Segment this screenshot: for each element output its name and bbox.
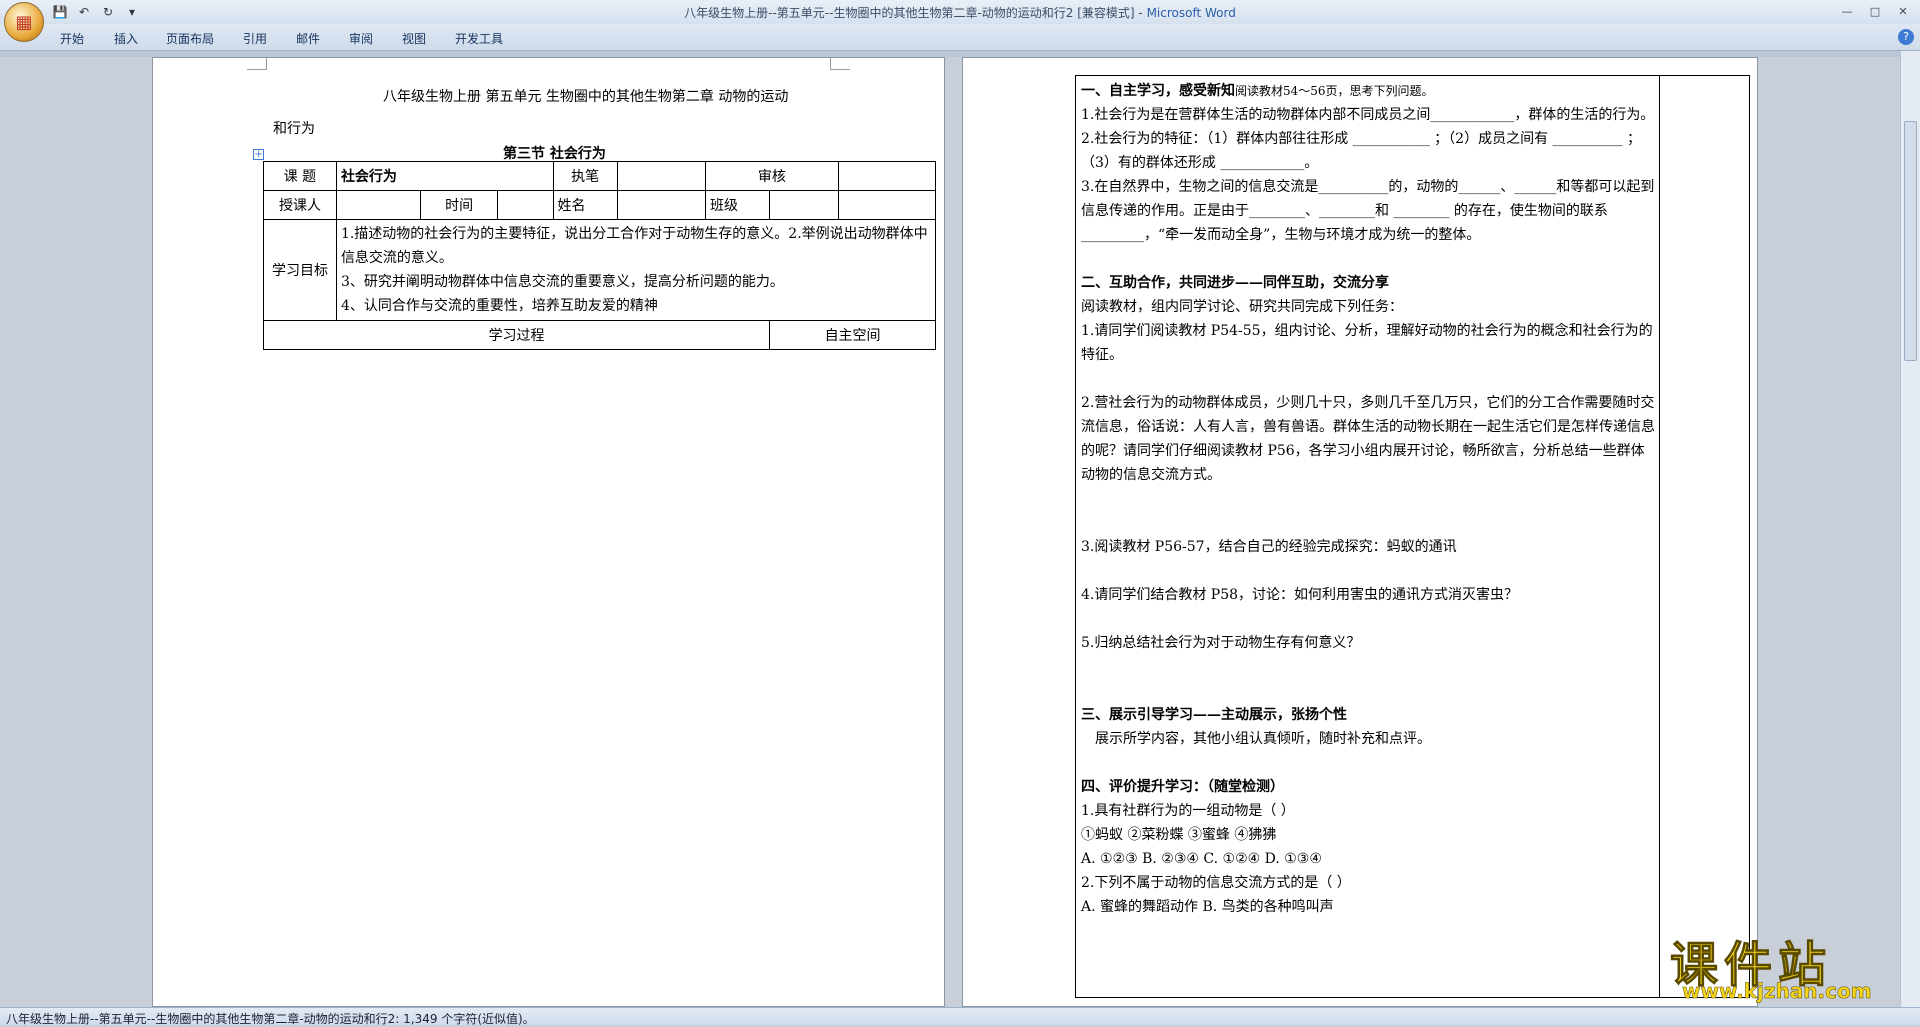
document-title: 八年级生物上册--第五单元--生物圈中的其他生物第二章-动物的运动和行2 [兼容… bbox=[684, 6, 1135, 20]
time-value[interactable] bbox=[497, 190, 554, 220]
extra-cell[interactable] bbox=[837, 190, 937, 220]
section-2-intro: 阅读教材，组内同学讨论、研究共同完成下列任务： bbox=[1081, 299, 1403, 315]
topic-value[interactable]: 社会行为 bbox=[335, 161, 554, 191]
table-move-handle-icon[interactable]: + bbox=[253, 149, 264, 160]
page-1: 八年级生物上册 第五单元 生物圈中的其他生物第二章 动物的运动 和行为 + 第三… bbox=[152, 57, 945, 1007]
time-label: 时间 bbox=[419, 190, 499, 220]
tab-home[interactable]: 开始 bbox=[60, 30, 84, 47]
undo-icon[interactable]: ↶ bbox=[74, 3, 94, 21]
vertical-scrollbar[interactable] bbox=[1900, 51, 1920, 1007]
goal-3: 3、研究并阐明动物群体中信息交流的重要意义，提高分析问题的能力。 bbox=[340, 274, 784, 290]
exercise-2-choices: A. 蜜蜂的舞蹈动作 B. 鸟类的各种鸣叫声 bbox=[1081, 899, 1334, 915]
section-4-title: 四、评价提升学习：（随堂检测） bbox=[1081, 779, 1284, 795]
quick-access-toolbar: 💾 ↶ ↻ ▾ bbox=[50, 3, 142, 21]
question-3: 3.在自然界中，生物之间的信息交流是__________的，动物的______、… bbox=[1081, 179, 1655, 243]
customize-qat-icon[interactable]: ▾ bbox=[122, 3, 142, 21]
document-workspace: 八年级生物上册 第五单元 生物圈中的其他生物第二章 动物的运动 和行为 + 第三… bbox=[0, 57, 1900, 1007]
goals-label: 学习目标 bbox=[263, 219, 337, 321]
margin-mark bbox=[247, 58, 267, 70]
task-3: 3.阅读教材 P56-57，结合自己的经验完成探究：蚂蚁的通讯 bbox=[1081, 539, 1457, 555]
review-value[interactable] bbox=[837, 161, 937, 191]
office-button[interactable]: ▦ bbox=[4, 2, 44, 42]
app-name: Microsoft Word bbox=[1146, 6, 1236, 20]
lesson-info-table: 课 题 社会行为 执笔 审核 授课人 时间 姓名 班级 学习目标 1.描述动物的… bbox=[262, 161, 937, 350]
task-2: 2.营社会行为的动物群体成员，少则几十只，多则几千至几万只，它们的分工合作需要随… bbox=[1081, 395, 1655, 483]
name-value[interactable] bbox=[616, 190, 707, 220]
exercise-1-choices: A. ①②③ B. ②③④ C. ①②④ D. ①③④ bbox=[1081, 851, 1322, 867]
section-3-title: 三、展示引导学习——主动展示，张扬个性 bbox=[1081, 707, 1347, 723]
maximize-icon[interactable]: □ bbox=[1862, 2, 1888, 20]
writer-label: 执笔 bbox=[552, 161, 618, 191]
goal-1: 1.描述动物的社会行为的主要特征，说出分工合作对于动物生存的意义。2.举例说出动… bbox=[340, 226, 928, 266]
page-1-header-continued: 和行为 bbox=[273, 121, 315, 137]
section-1-title: 一、自主学习，感受新知 bbox=[1081, 83, 1235, 99]
office-logo-icon: ▦ bbox=[15, 11, 33, 33]
page-1-header: 八年级生物上册 第五单元 生物圈中的其他生物第二章 动物的运动 bbox=[383, 89, 789, 105]
class-label: 班级 bbox=[705, 190, 771, 220]
teacher-label: 授课人 bbox=[263, 190, 337, 220]
status-text: 八年级生物上册--第五单元--生物圈中的其他生物第二章-动物的运动和行2: 1,… bbox=[6, 1012, 535, 1026]
section-title: 第三节 社会行为 bbox=[503, 146, 606, 162]
task-4: 4.请同学们结合教材 P58，讨论：如何利用害虫的通讯方式消灭害虫？ bbox=[1081, 587, 1519, 603]
name-label: 姓名 bbox=[552, 190, 618, 220]
exercise-1-options: ①蚂蚁 ②菜粉蝶 ③蜜蜂 ④狒狒 bbox=[1081, 827, 1277, 843]
topic-label: 课 题 bbox=[263, 161, 337, 191]
section-3-body: 展示所学内容，其他小组认真倾听，随时补充和点评。 bbox=[1095, 731, 1431, 747]
space-label: 自主空间 bbox=[769, 320, 936, 350]
teacher-value[interactable] bbox=[335, 190, 421, 220]
tab-developer[interactable]: 开发工具 bbox=[455, 30, 503, 47]
review-label: 审核 bbox=[705, 161, 839, 191]
window-title: 八年级生物上册--第五单元--生物圈中的其他生物第二章-动物的运动和行2 [兼容… bbox=[684, 6, 1236, 20]
save-icon[interactable]: 💾 bbox=[50, 3, 70, 21]
redo-icon[interactable]: ↻ bbox=[98, 3, 118, 21]
question-1: 1.社会行为是在营群体生活的动物群体内部不同成员之间____________，群… bbox=[1081, 107, 1655, 123]
class-value[interactable] bbox=[769, 190, 839, 220]
watermark-logo: 课件站 www.kjzhan.com bbox=[1669, 925, 1910, 1005]
tab-review[interactable]: 审阅 bbox=[349, 30, 373, 47]
watermark-url: www.kjzhan.com bbox=[1682, 979, 1872, 1004]
close-icon[interactable]: ✕ bbox=[1890, 2, 1916, 20]
ribbon-tabs: 开始 插入 页面布局 引用 邮件 审阅 视图 开发工具 ? bbox=[0, 24, 1920, 51]
window-controls: — □ ✕ bbox=[1834, 2, 1916, 20]
tab-mailings[interactable]: 邮件 bbox=[296, 30, 320, 47]
exercise-1: 1.具有社群行为的一组动物是（ ） bbox=[1081, 803, 1295, 819]
page-2-content: 一、自主学习，感受新知阅读教材54～56页，思考下列问题。 1.社会行为是在营群… bbox=[1081, 79, 1657, 919]
tab-view[interactable]: 视图 bbox=[402, 30, 426, 47]
section-1-note: 阅读教材54～56页，思考下列问题。 bbox=[1235, 84, 1434, 98]
help-icon[interactable]: ? bbox=[1898, 29, 1914, 45]
task-5: 5.归纳总结社会行为对于动物生存有何意义？ bbox=[1081, 635, 1361, 651]
margin-mark bbox=[830, 58, 850, 70]
tab-insert[interactable]: 插入 bbox=[114, 30, 138, 47]
task-1: 1.请同学们阅读教材 P54-55，组内讨论、分析，理解好动物的社会行为的概念和… bbox=[1081, 323, 1653, 363]
question-2: 2.社会行为的特征：（1）群体内部往往形成 ___________ ；（2）成员… bbox=[1081, 131, 1641, 171]
status-bar: 八年级生物上册--第五单元--生物圈中的其他生物第二章-动物的运动和行2: 1,… bbox=[0, 1007, 1920, 1026]
minimize-icon[interactable]: — bbox=[1834, 2, 1860, 20]
section-2-title: 二、互助合作，共同进步——同伴互助，交流分享 bbox=[1081, 275, 1389, 291]
tab-page-layout[interactable]: 页面布局 bbox=[166, 30, 214, 47]
page-2: 一、自主学习，感受新知阅读教材54～56页，思考下列问题。 1.社会行为是在营群… bbox=[962, 57, 1758, 1007]
self-study-space-cell[interactable] bbox=[1660, 75, 1750, 998]
goals-cell[interactable]: 1.描述动物的社会行为的主要特征，说出分工合作对于动物生存的意义。2.举例说出动… bbox=[335, 219, 937, 321]
scrollbar-thumb[interactable] bbox=[1904, 121, 1917, 361]
tab-references[interactable]: 引用 bbox=[243, 30, 267, 47]
exercise-2: 2.下列不属于动物的信息交流方式的是（ ） bbox=[1081, 875, 1351, 891]
goal-4: 4、认同合作与交流的重要性，培养互助友爱的精神 bbox=[340, 298, 658, 314]
process-label: 学习过程 bbox=[262, 320, 771, 350]
title-bar: 八年级生物上册--第五单元--生物圈中的其他生物第二章-动物的运动和行2 [兼容… bbox=[0, 0, 1920, 24]
writer-value[interactable] bbox=[616, 161, 707, 191]
